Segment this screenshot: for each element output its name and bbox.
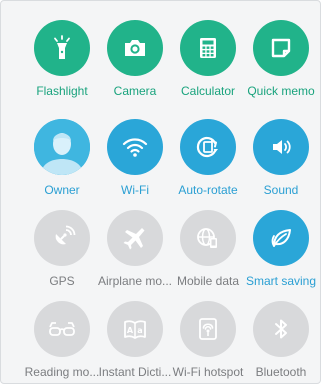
owner-button[interactable] xyxy=(34,119,90,175)
tile-bluetooth[interactable]: Bluetooth xyxy=(241,301,321,391)
bluetooth-button[interactable] xyxy=(253,301,309,357)
user-avatar-icon xyxy=(34,119,90,175)
tile-sound[interactable]: Sound xyxy=(241,119,321,209)
glasses-icon xyxy=(49,322,75,336)
tile-calculator[interactable]: Calculator xyxy=(168,20,248,110)
camera-button[interactable] xyxy=(107,20,163,76)
mobile-data-icon xyxy=(197,228,217,248)
quick-settings-panel: Flashlight Camera Calculator Quick memo … xyxy=(0,0,321,384)
camera-icon xyxy=(125,40,145,56)
tile-wifi[interactable]: Wi-Fi xyxy=(95,119,175,209)
airplane-icon xyxy=(123,228,145,250)
tile-label: Sound xyxy=(263,183,299,197)
quick-memo-button[interactable] xyxy=(253,20,309,76)
svg-text:A: A xyxy=(127,326,134,335)
tile-label: Quick memo xyxy=(247,84,315,98)
tile-wifi-hotspot[interactable]: Wi-Fi hotspot xyxy=(168,301,248,391)
instant-dictionary-button[interactable]: A a xyxy=(107,301,163,357)
mobile-data-button[interactable] xyxy=(180,210,236,266)
auto-rotate-icon xyxy=(196,136,218,158)
svg-text:a: a xyxy=(137,326,142,335)
wifi-icon xyxy=(122,138,148,157)
tile-mobile-data[interactable]: Mobile data xyxy=(168,210,248,300)
tile-gps[interactable]: GPS xyxy=(22,210,102,300)
calculator-icon xyxy=(200,38,216,58)
tile-flashlight[interactable]: Flashlight xyxy=(22,20,102,110)
wifi-button[interactable] xyxy=(107,119,163,175)
flashlight-icon xyxy=(54,35,70,59)
reading-mode-button[interactable] xyxy=(34,301,90,357)
dictionary-icon: A a xyxy=(124,320,146,339)
gps-icon xyxy=(55,225,76,245)
airplane-mode-button[interactable] xyxy=(107,210,163,266)
hotspot-icon xyxy=(199,318,217,340)
leaf-icon xyxy=(271,229,291,247)
bluetooth-icon xyxy=(275,319,287,339)
tile-label: Bluetooth xyxy=(255,365,307,379)
sound-button[interactable] xyxy=(253,119,309,175)
calculator-button[interactable] xyxy=(180,20,236,76)
gps-button[interactable] xyxy=(34,210,90,266)
smart-saving-button[interactable] xyxy=(253,210,309,266)
tile-owner[interactable]: Owner xyxy=(22,119,102,209)
wifi-hotspot-button[interactable] xyxy=(180,301,236,357)
tile-auto-rotate[interactable]: Auto-rotate xyxy=(168,119,248,209)
tile-quick-memo[interactable]: Quick memo xyxy=(241,20,321,110)
tile-reading-mode[interactable]: Reading mo... xyxy=(22,301,102,391)
tile-instant-dictionary[interactable]: A a Instant Dicti... xyxy=(95,301,175,391)
tile-camera[interactable]: Camera xyxy=(95,20,175,110)
sound-icon xyxy=(273,140,291,154)
auto-rotate-button[interactable] xyxy=(180,119,236,175)
quick-memo-icon xyxy=(271,38,291,58)
tile-label: Smart saving xyxy=(245,274,317,288)
flashlight-button[interactable] xyxy=(34,20,90,76)
tile-smart-saving[interactable]: Smart saving xyxy=(241,210,321,300)
tile-airplane-mode[interactable]: Airplane mo... xyxy=(95,210,175,300)
